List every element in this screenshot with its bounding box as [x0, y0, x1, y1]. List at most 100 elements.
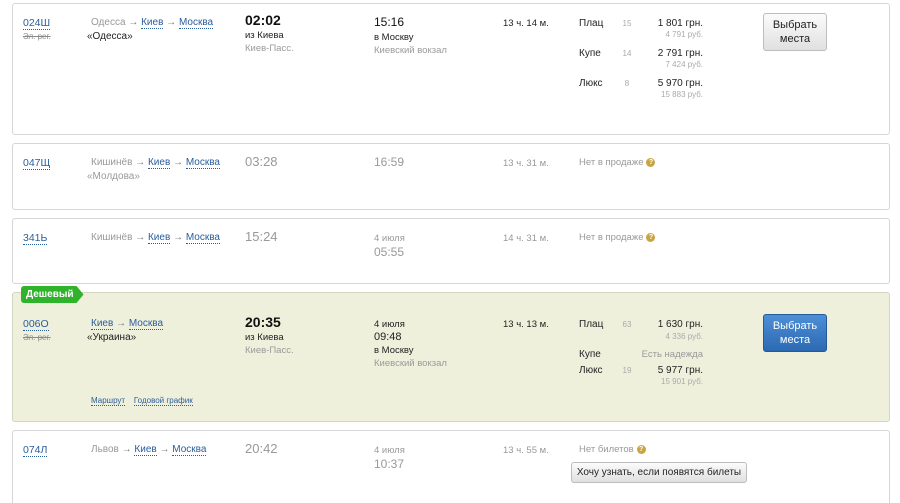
route-city-link[interactable]: Москва — [185, 232, 220, 244]
price-rub: 15 901 руб. — [661, 377, 703, 386]
arrival-time: 15:16 — [374, 15, 405, 29]
train-name: «Украина» — [87, 332, 137, 343]
arrival-station: Киевский вокзал — [374, 45, 447, 56]
select-seats-button[interactable]: Выбрать места — [763, 13, 827, 51]
help-icon[interactable]: ? — [646, 158, 656, 167]
seat-count: 14 — [622, 49, 632, 58]
price-uah: 5 977 грн. — [657, 365, 703, 376]
select-seats-button[interactable]: Выбрать места — [763, 314, 827, 352]
departure-station: Киев-Пасс. — [245, 43, 294, 54]
arrow-icon: → — [159, 444, 170, 455]
train-number-link[interactable]: 341Ь — [23, 232, 48, 245]
electronic-registration-label: Эл. рег. — [23, 333, 51, 342]
train-row: 047Щ Кишинёв → Киев → Москва «Молдова» 0… — [12, 143, 890, 210]
train-number-link[interactable]: 024Ш — [23, 17, 51, 30]
route-origin: Одесса — [91, 17, 126, 28]
arrow-icon: → — [128, 17, 139, 28]
train-row: 024Ш Эл. рег. Одесса → Киев → Москва «Од… — [12, 3, 890, 135]
route-link[interactable]: Маршрут — [91, 396, 126, 406]
price-uah: 5 970 грн. — [657, 78, 703, 89]
route: Львов → Киев → Москва — [91, 444, 207, 456]
arrival: 15:16 в Москву Киевский вокзал — [374, 15, 447, 56]
route-origin: Львов — [91, 444, 119, 455]
seat-count: 19 — [622, 366, 632, 375]
electronic-registration-label: Эл. рег. — [23, 32, 51, 41]
availability-status: Нет билетов? — [579, 444, 646, 455]
departure-station: Киев-Пасс. — [245, 345, 294, 356]
cheap-badge: Дешевый — [21, 286, 84, 303]
price-rub: 4 336 руб. — [665, 332, 704, 341]
route-city-link[interactable]: Киев — [147, 232, 171, 244]
class-kupe: Купе — [579, 349, 601, 360]
departure-time: 02:02 — [245, 12, 281, 28]
departure: 02:02 из Киева Киев-Пасс. — [245, 12, 294, 54]
arrow-icon: → — [135, 157, 146, 168]
class-platskart: Плац — [579, 18, 604, 29]
route-city-link[interactable]: Москва — [185, 157, 220, 169]
route: Одесса → Киев → Москва — [91, 17, 214, 29]
route-city-link[interactable]: Киев — [141, 17, 164, 29]
class-lux: Люкс — [579, 365, 603, 376]
route: Киев → Москва — [91, 318, 163, 330]
arrival-to: в Москву — [374, 345, 414, 356]
route-city-link[interactable]: Киев — [134, 444, 157, 456]
route-city-link[interactable]: Москва — [128, 318, 163, 330]
duration: 13 ч. 13 м. — [503, 319, 549, 330]
departure-time: 03:28 — [245, 154, 278, 169]
duration: 13 ч. 14 м. — [503, 18, 549, 29]
arrival-to: в Москву — [374, 32, 414, 43]
arrow-icon: → — [166, 17, 177, 28]
train-name: «Молдова» — [87, 171, 140, 182]
route-origin: Кишинёв — [91, 157, 133, 168]
arrow-icon: → — [173, 232, 184, 243]
route: Кишинёв → Киев → Москва — [91, 232, 220, 244]
seat-count: 15 — [622, 19, 632, 28]
price-uah: 2 791 грн. — [657, 48, 703, 59]
arrival-time: 09:48 — [374, 331, 402, 343]
departure-from: из Киева — [245, 332, 284, 343]
seat-count: 63 — [622, 320, 632, 329]
arrival-date: 4 июля — [374, 445, 405, 456]
duration: 13 ч. 31 м. — [503, 158, 549, 169]
price-uah: 1 630 грн. — [657, 319, 703, 330]
route-origin: Кишинёв — [91, 232, 133, 243]
availability-hope: Есть надежда — [641, 349, 703, 360]
departure: 20:35 из Киева Киев-Пасс. — [245, 314, 294, 356]
train-number-link[interactable]: 074Л — [23, 444, 48, 457]
route-city-link[interactable]: Москва — [172, 444, 207, 456]
route-city-link[interactable]: Киев — [147, 157, 171, 169]
arrow-icon: → — [116, 318, 127, 329]
train-row: 074Л Львов → Киев → Москва 20:42 4 июля … — [12, 430, 890, 503]
arrival-time: 16:59 — [374, 155, 405, 169]
train-name: «Одесса» — [87, 31, 133, 42]
price-rub: 7 424 руб. — [665, 60, 704, 69]
notify-when-available-button[interactable]: Хочу узнать, если появятся билеты — [571, 462, 747, 483]
arrow-icon: → — [121, 444, 132, 455]
arrow-icon: → — [173, 157, 184, 168]
departure-from: из Киева — [245, 30, 284, 41]
price-rub: 4 791 руб. — [665, 30, 704, 39]
arrival-date: 4 июля — [374, 233, 405, 244]
annual-schedule-link[interactable]: Годовой график — [133, 396, 193, 406]
departure-time: 20:42 — [245, 441, 278, 456]
arrival-time: 05:55 — [374, 245, 405, 259]
train-links: Маршрут Годовой график — [91, 395, 193, 406]
duration: 14 ч. 31 м. — [503, 233, 549, 244]
train-row-cheap: Дешевый 006О Эл. рег. Киев → Москва «Укр… — [12, 292, 890, 422]
class-lux: Люкс — [579, 78, 603, 89]
train-number-link[interactable]: 006О — [23, 318, 49, 331]
arrival-date: 4 июля — [374, 319, 405, 330]
train-number-link[interactable]: 047Щ — [23, 157, 51, 170]
availability-status: Нет в продаже? — [579, 157, 656, 168]
price-uah: 1 801 грн. — [657, 18, 703, 29]
arrival: 4 июля 09:48 в Москву Киевский вокзал — [374, 319, 447, 369]
train-row: 341Ь Кишинёв → Киев → Москва 15:24 4 июл… — [12, 218, 890, 284]
route-city-link[interactable]: Москва — [178, 17, 214, 29]
route: Кишинёв → Киев → Москва — [91, 157, 220, 169]
departure-time: 15:24 — [245, 229, 278, 244]
duration: 13 ч. 55 м. — [503, 445, 549, 456]
class-kupe: Купе — [579, 48, 601, 59]
help-icon[interactable]: ? — [636, 445, 646, 454]
route-city-link[interactable]: Киев — [91, 318, 114, 330]
help-icon[interactable]: ? — [646, 233, 656, 242]
